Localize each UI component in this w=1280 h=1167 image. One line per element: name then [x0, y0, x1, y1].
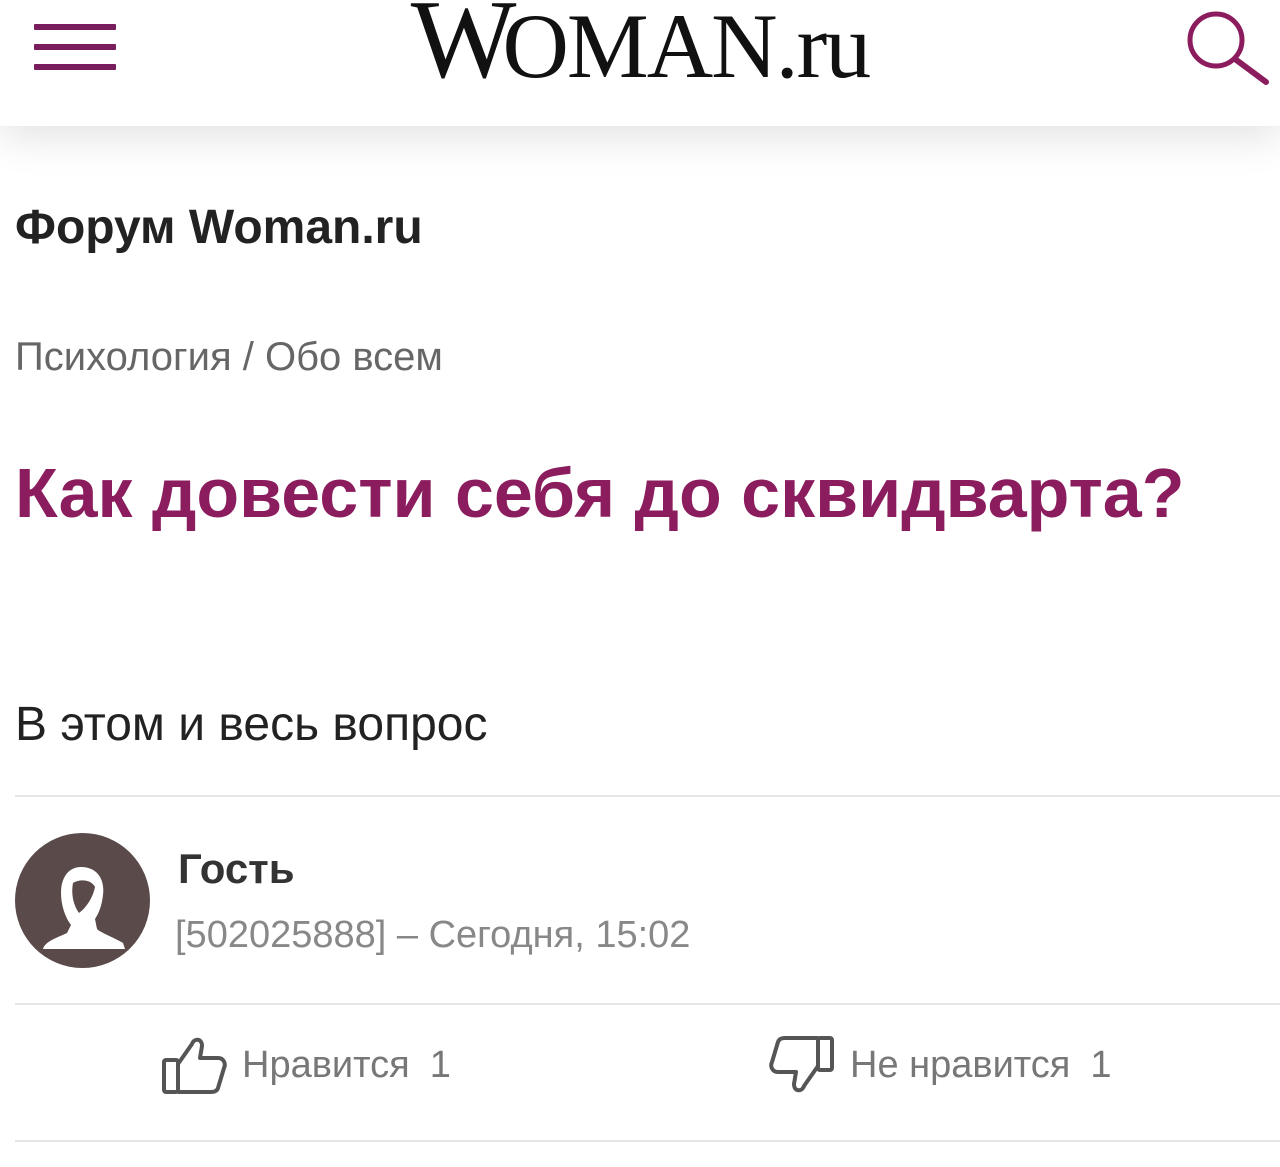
logo-rest: OMAN.ru: [502, 0, 871, 97]
divider: [15, 1140, 1280, 1142]
post-meta: [502025888] – Сегодня, 15:02: [175, 914, 691, 956]
thumbs-down-icon: [769, 1036, 834, 1093]
search-icon[interactable]: [1178, 6, 1273, 86]
site-logo[interactable]: WOMAN.ru: [0, 0, 1280, 96]
author-name[interactable]: Гость: [178, 842, 295, 896]
divider: [15, 795, 1280, 797]
thumbs-up-icon: [162, 1037, 227, 1094]
dislike-button[interactable]: Не нравится 1: [768, 1035, 1112, 1095]
breadcrumb[interactable]: Психология / Обо всем: [15, 330, 443, 384]
dislike-count: 1: [1090, 1044, 1112, 1086]
post-title: Как довести себя до сквидварта?: [15, 454, 1185, 532]
like-label: Нравится: [242, 1044, 410, 1086]
like-button[interactable]: Нравится 1: [160, 1035, 451, 1095]
like-count: 1: [429, 1044, 451, 1086]
divider: [15, 1003, 1280, 1005]
logo-first-letter: W: [410, 0, 517, 102]
dislike-label: Не нравится: [850, 1044, 1071, 1086]
forum-title[interactable]: Форум Woman.ru: [15, 198, 423, 258]
forum-post: Форум Woman.ru Психология / Обо всем Как…: [0, 0, 1280, 1167]
avatar[interactable]: [15, 833, 150, 968]
post-body: В этом и весь вопрос: [15, 698, 488, 751]
site-header: WOMAN.ru: [0, 0, 1280, 126]
user-silhouette-icon: [43, 867, 125, 949]
